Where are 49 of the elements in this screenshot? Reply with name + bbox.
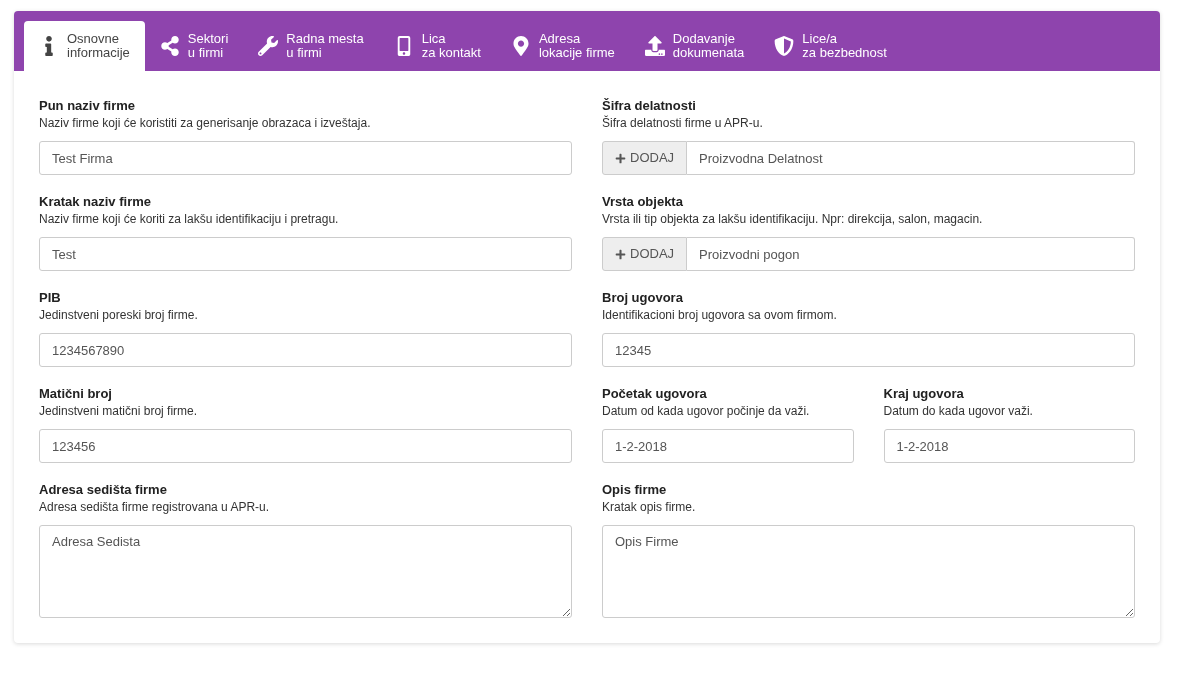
field-label: Pun naziv firme (39, 97, 137, 115)
tab[interactable]: Osnovne informacije (24, 21, 145, 71)
field-label: Opis firme (602, 481, 668, 499)
tab[interactable]: Lice/a za bezbednost (759, 21, 902, 71)
upload-icon (644, 36, 665, 56)
field-help: Kratak opis firme. (602, 499, 697, 515)
text-field[interactable]: 12345 (602, 333, 1135, 367)
plus-icon (615, 152, 626, 164)
tab[interactable]: Adresa lokacije firme (495, 21, 630, 71)
wrench-icon (258, 36, 279, 56)
field-label: PIB (39, 289, 62, 307)
tab[interactable]: Lica za kontakt (378, 21, 496, 71)
date-field[interactable]: 1-2-2018 (883, 429, 1135, 463)
field-help: Datum od kada ugovor počinje da važi. (602, 403, 811, 419)
field-help: Adresa sedišta firme registrovana u APR-u. (39, 499, 271, 515)
tab[interactable]: Dodavanje dokumenata (629, 21, 760, 71)
field-label: Šifra delatnosti (602, 97, 697, 115)
field-help: Vrsta ili tip objekta za lakšu identifikaciju. Npr: direkcija, salon, magacin. (602, 211, 984, 227)
share-icon (159, 36, 180, 56)
field-label: Vrsta objekta (602, 193, 684, 211)
text-field[interactable]: Proizvodna Delatnost (687, 141, 1135, 175)
text-field[interactable]: Proizvodni pogon (687, 237, 1135, 271)
text-field[interactable]: 123456 (39, 429, 572, 463)
add-button[interactable]: DODAJ (602, 237, 688, 271)
field-label: Početak ugovora (602, 385, 708, 403)
field-help: Identifikacioni broj ugovora sa ovom firmom. (602, 307, 838, 323)
map-pin-icon (510, 36, 531, 56)
plus-icon (615, 248, 626, 260)
text-field[interactable]: Test (39, 237, 572, 271)
date-field[interactable]: 1-2-2018 (602, 429, 854, 463)
shield-icon (774, 36, 795, 56)
text-field[interactable]: 1234567890 (39, 333, 572, 367)
field-label: Kratak naziv firme (39, 193, 152, 211)
add-button[interactable]: DODAJ (602, 141, 688, 175)
text-area[interactable]: Adresa Sedista (39, 525, 572, 618)
field-help: Jedinstveni poreski broj firme. (39, 307, 199, 323)
text-field[interactable]: Test Firma (39, 141, 572, 175)
field-help: Jedinstveni matični broj firme. (39, 403, 199, 419)
field-label: Adresa sedišta firme (39, 481, 168, 499)
text-area[interactable]: Opis Firme (602, 525, 1135, 618)
field-help: Datum do kada ugovor važi. (883, 403, 1034, 419)
field-label: Matični broj (39, 385, 113, 403)
field-help: Naziv firme koji će koristiti za generisanje obrazaca i izveštaja. (39, 115, 372, 131)
field-help: Šifra delatnosti firme u APR-u. (602, 115, 764, 131)
tab[interactable]: Sektori u firmi (144, 21, 244, 71)
field-label: Kraj ugovora (883, 385, 965, 403)
field-label: Broj ugovora (602, 289, 684, 307)
tab[interactable]: Radna mesta u firmi (243, 21, 379, 71)
field-help: Naziv firme koji će koriti za lakšu identifikaciju i pretragu. (39, 211, 340, 227)
